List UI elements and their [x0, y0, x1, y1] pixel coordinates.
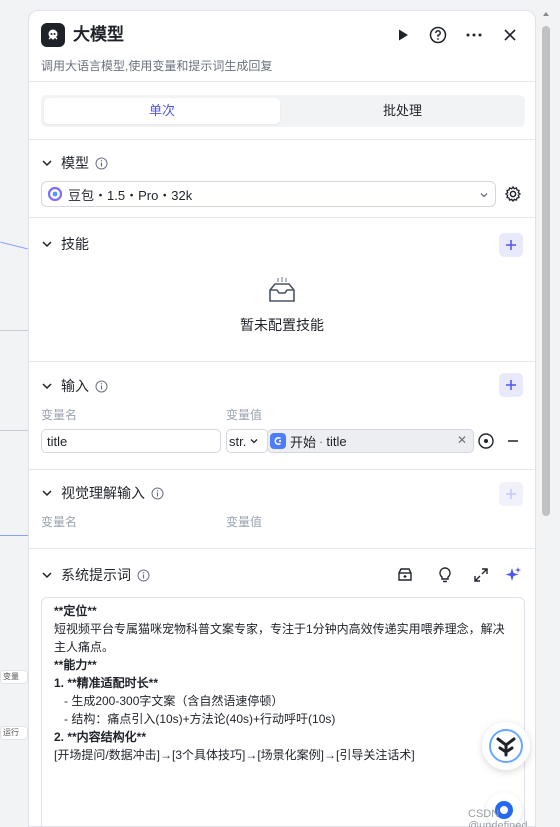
system-prompt-title: 系统提示词 — [61, 567, 131, 583]
add-skill-button[interactable] — [499, 233, 523, 257]
prompt-line: 短视频平台专属猫咪宠物科普文案专家，专注于1分钟内高效传递实用喂养理念，解决 — [54, 622, 505, 636]
start-node-icon — [270, 433, 286, 449]
reference-source: 开始 — [290, 434, 317, 450]
prompt-library-icon[interactable] — [395, 565, 415, 585]
skills-section-title: 技能 — [61, 236, 89, 252]
input-section-header[interactable]: 输入 — [41, 375, 108, 397]
chevron-down-icon — [42, 241, 52, 248]
help-icon[interactable] — [426, 23, 450, 47]
ai-sparkle-icon[interactable] — [503, 565, 523, 585]
scroll-thumb[interactable] — [542, 26, 550, 516]
assistant-logo-icon — [489, 729, 523, 763]
prompt-line: [开场提问/数据冲击]→[3个具体技巧]→[场景化案例]→[引导关注话术] — [54, 748, 415, 762]
skills-empty-text: 暂未配置技能 — [240, 317, 324, 333]
chevron-down-icon — [42, 490, 52, 497]
target-icon[interactable] — [477, 432, 495, 450]
skills-empty-state: 暂未配置技能 — [29, 276, 535, 335]
divider — [29, 548, 535, 549]
info-icon[interactable] — [151, 487, 164, 500]
divider — [29, 217, 535, 218]
prompt-line: **定位** — [54, 604, 97, 618]
prompt-line: 主人痛点。 — [54, 640, 115, 654]
more-icon[interactable] — [462, 23, 486, 47]
prompt-line: 1. **精准适配时长** — [54, 676, 159, 690]
canvas-edge — [0, 241, 28, 250]
scroll-up-arrow-icon[interactable] — [543, 12, 549, 16]
prompt-line: **能力** — [54, 658, 97, 672]
node-title[interactable]: 大模型 — [73, 23, 124, 47]
column-header-value: 变量值 — [226, 515, 263, 529]
variable-type-select[interactable]: str. — [226, 429, 268, 453]
divider — [29, 361, 535, 362]
watermark: CSDN @undefined — [468, 808, 528, 827]
divider — [29, 139, 535, 140]
info-icon[interactable] — [95, 380, 108, 393]
close-icon[interactable] — [498, 23, 522, 47]
reference-variable: title — [326, 433, 347, 449]
add-vision-input-button[interactable] — [499, 482, 523, 506]
remove-row-icon[interactable] — [505, 432, 521, 450]
scrollbar[interactable] — [540, 12, 552, 827]
selected-model-label: 豆包・1.5・Pro・32k — [68, 187, 193, 203]
llm-node-icon — [41, 23, 65, 47]
plus-icon — [506, 489, 516, 499]
column-header-name: 变量名 — [41, 515, 78, 529]
doubao-logo-icon — [48, 187, 62, 201]
chevron-down-icon — [250, 439, 258, 444]
plus-icon — [506, 240, 516, 250]
expand-icon[interactable] — [471, 565, 491, 585]
model-section-title: 模型 — [61, 155, 89, 171]
canvas-edge — [0, 330, 28, 331]
assistant-float-button[interactable] — [482, 722, 530, 770]
canvas-node-chip[interactable]: 运行 — [0, 726, 28, 740]
panel-header: 大模型 调用大语言模型,使用变量和提示词生成回复 — [29, 11, 535, 81]
gear-icon[interactable] — [503, 184, 523, 204]
prompt-line: - 生成200-300字文案（含自然语速停顿） — [54, 694, 284, 708]
plus-icon — [506, 380, 516, 390]
lightbulb-icon[interactable] — [435, 565, 455, 585]
tab-single[interactable]: 单次 — [44, 98, 280, 124]
chevron-down-icon — [42, 572, 52, 579]
model-select[interactable]: 豆包・1.5・Pro・32k — [41, 181, 496, 207]
column-header-name: 变量名 — [41, 408, 78, 422]
divider — [29, 81, 535, 82]
system-prompt-editor[interactable]: **定位** 短视频平台专属猫咪宠物科普文案专家，专注于1分钟内高效传递实用喂养… — [41, 597, 525, 826]
info-icon[interactable] — [137, 569, 150, 582]
divider — [29, 469, 535, 470]
skills-section-header[interactable]: 技能 — [41, 233, 89, 255]
clear-reference-icon[interactable]: ✕ — [457, 433, 467, 447]
node-description: 调用大语言模型,使用变量和提示词生成回复 — [41, 59, 273, 73]
vision-section-title: 视觉理解输入 — [61, 485, 145, 501]
chevron-down-icon — [480, 193, 488, 198]
reference-separator: · — [319, 433, 324, 449]
run-icon[interactable] — [391, 23, 415, 47]
model-section-header[interactable]: 模型 — [41, 152, 108, 174]
run-mode-tabs: 单次 批处理 — [41, 95, 525, 127]
canvas-edge — [0, 430, 28, 431]
canvas-node-chip[interactable]: 变量 — [0, 670, 28, 684]
column-header-value: 变量值 — [226, 408, 263, 422]
variable-type-label: str. — [229, 433, 247, 449]
system-prompt-header[interactable]: 系统提示词 — [41, 564, 150, 586]
add-input-button[interactable] — [499, 373, 523, 397]
input-section-title: 输入 — [61, 378, 89, 394]
info-icon[interactable] — [95, 157, 108, 170]
chevron-down-icon — [42, 160, 52, 167]
prompt-line: - 结构：痛点引入(10s)+方法论(40s)+行动呼吁(10s) — [54, 712, 336, 726]
prompt-line: 2. **内容结构化** — [54, 730, 147, 744]
variable-reference[interactable]: 开始 · title ✕ — [267, 429, 474, 453]
node-config-panel: 大模型 调用大语言模型,使用变量和提示词生成回复 单次 批处理 模型 豆包・1.… — [28, 10, 536, 827]
empty-box-icon — [269, 277, 295, 302]
canvas-edge — [0, 535, 28, 536]
variable-name-input[interactable] — [41, 429, 221, 453]
chevron-down-icon — [42, 383, 52, 390]
tab-batch[interactable]: 批处理 — [283, 98, 522, 124]
vision-section-header[interactable]: 视觉理解输入 — [41, 482, 164, 504]
